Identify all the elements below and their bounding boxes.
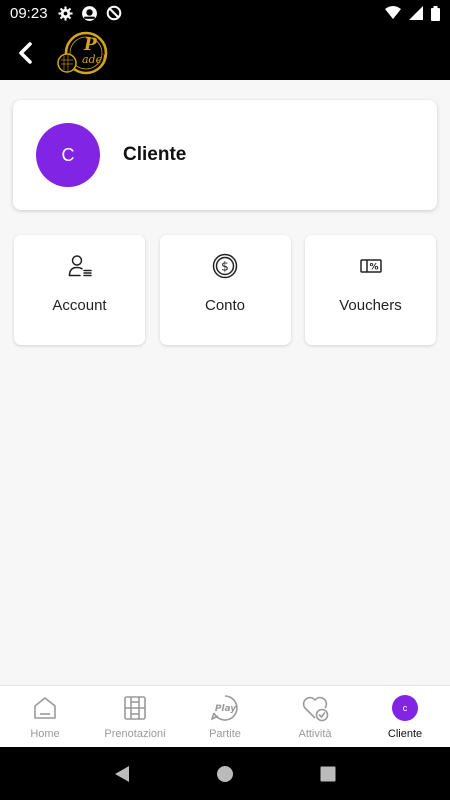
play-badge-text: Play: [215, 704, 237, 714]
padel-logo: P adel: [57, 31, 108, 75]
nav-attivita[interactable]: Attività: [270, 686, 360, 747]
svg-text:P: P: [83, 35, 98, 55]
nav-prenotazioni[interactable]: Prenotazioni: [90, 686, 180, 747]
nav-partite-label: Partite: [209, 728, 241, 740]
heart-check-icon: [301, 694, 329, 722]
app-notification-icon: [81, 5, 97, 21]
system-nav-bar: [0, 747, 450, 800]
signal-icon: [409, 6, 423, 20]
triangle-back-icon: [114, 765, 129, 782]
nav-cliente[interactable]: c Cliente: [360, 686, 450, 747]
account-label: Account: [52, 297, 107, 314]
nav-cliente-icon: c: [391, 694, 419, 722]
nav-attivita-label: Attività: [298, 728, 332, 740]
account-tile[interactable]: Account: [14, 235, 145, 345]
bottom-nav: Home Prenotazioni Play Partite Attività …: [0, 685, 450, 747]
nav-home[interactable]: Home: [0, 686, 90, 747]
battery-icon: [431, 5, 440, 21]
svg-text:%: %: [369, 263, 378, 273]
profile-name: Cliente: [123, 144, 187, 165]
court-grid-icon: [121, 694, 149, 722]
user-list-icon: [67, 253, 93, 279]
nav-prenotazioni-label: Prenotazioni: [104, 728, 166, 740]
menu-tiles: Account $ Conto % Vouchers: [14, 235, 436, 345]
svg-text:adel: adel: [82, 53, 106, 66]
circle-home-icon: [216, 765, 233, 782]
status-time: 09:23: [10, 4, 48, 22]
voucher-percent-icon: %: [358, 253, 384, 279]
wifi-icon: [385, 6, 401, 19]
play-badge-icon: Play: [211, 694, 239, 722]
nav-partite[interactable]: Play Partite: [180, 686, 270, 747]
dollar-coin-icon: $: [212, 253, 238, 279]
vouchers-tile[interactable]: % Vouchers: [305, 235, 436, 345]
gear-icon: [58, 5, 73, 21]
system-back-button[interactable]: [107, 759, 137, 789]
profile-card[interactable]: C Cliente: [13, 100, 437, 210]
svg-text:$: $: [221, 260, 229, 274]
blocked-icon: [106, 5, 121, 21]
square-recents-icon: [320, 766, 336, 781]
system-home-button[interactable]: [210, 759, 240, 789]
status-bar: 09:23: [0, 0, 450, 26]
vouchers-label: Vouchers: [339, 297, 402, 314]
back-button[interactable]: [0, 26, 52, 80]
home-icon: [31, 694, 59, 722]
nav-avatar: c: [392, 695, 418, 721]
back-arrow-icon: [19, 42, 32, 64]
conto-tile[interactable]: $ Conto: [159, 235, 291, 345]
system-recents-button[interactable]: [313, 759, 343, 789]
avatar: C: [36, 123, 100, 187]
nav-home-label: Home: [30, 728, 60, 740]
nav-cliente-label: Cliente: [387, 728, 423, 740]
app-bar: P adel: [0, 26, 450, 80]
conto-label: Conto: [204, 297, 246, 314]
